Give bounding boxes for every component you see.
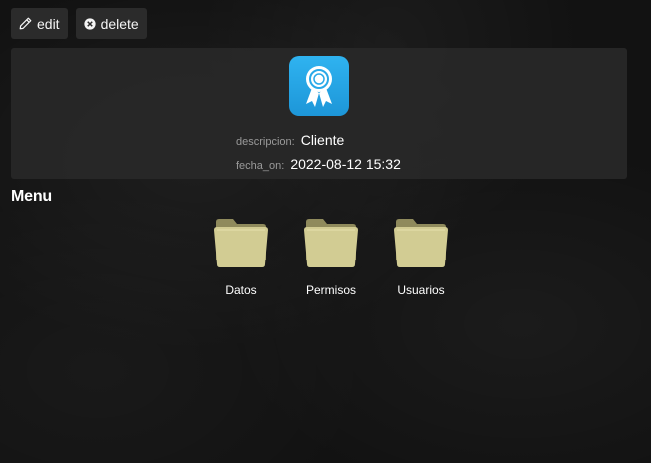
toolbar: edit delete bbox=[11, 8, 147, 39]
delete-button[interactable]: delete bbox=[75, 8, 147, 39]
field-fecha-on: fecha_on: 2022-08-12 15:32 bbox=[236, 156, 401, 172]
award-ribbon-icon bbox=[289, 56, 349, 116]
field-value: 2022-08-12 15:32 bbox=[290, 156, 401, 172]
edit-button[interactable]: edit bbox=[11, 8, 68, 39]
menu-item-usuarios[interactable]: Usuarios bbox=[376, 216, 466, 297]
field-descripcion: descripcion: Cliente bbox=[236, 132, 344, 148]
delete-button-label: delete bbox=[100, 15, 139, 32]
menu-item-label: Datos bbox=[225, 283, 257, 297]
field-value: Cliente bbox=[300, 132, 345, 148]
menu-item-label: Usuarios bbox=[397, 283, 445, 297]
close-circle-icon bbox=[83, 17, 96, 30]
folder-icon bbox=[303, 216, 359, 275]
folder-icon bbox=[213, 216, 269, 275]
edit-button-label: edit bbox=[37, 15, 60, 32]
menu-items: Datos Permisos Usuarios bbox=[196, 216, 466, 297]
pencil-icon bbox=[19, 17, 32, 30]
field-label: descripcion: bbox=[236, 136, 295, 148]
record-card: descripcion: Cliente fecha_on: 2022-08-1… bbox=[11, 48, 627, 179]
field-label: fecha_on: bbox=[236, 160, 285, 172]
menu-item-permisos[interactable]: Permisos bbox=[286, 216, 376, 297]
folder-icon bbox=[393, 216, 449, 275]
menu-title: Menu bbox=[11, 188, 52, 205]
menu-item-datos[interactable]: Datos bbox=[196, 216, 286, 297]
menu-item-label: Permisos bbox=[305, 283, 356, 297]
